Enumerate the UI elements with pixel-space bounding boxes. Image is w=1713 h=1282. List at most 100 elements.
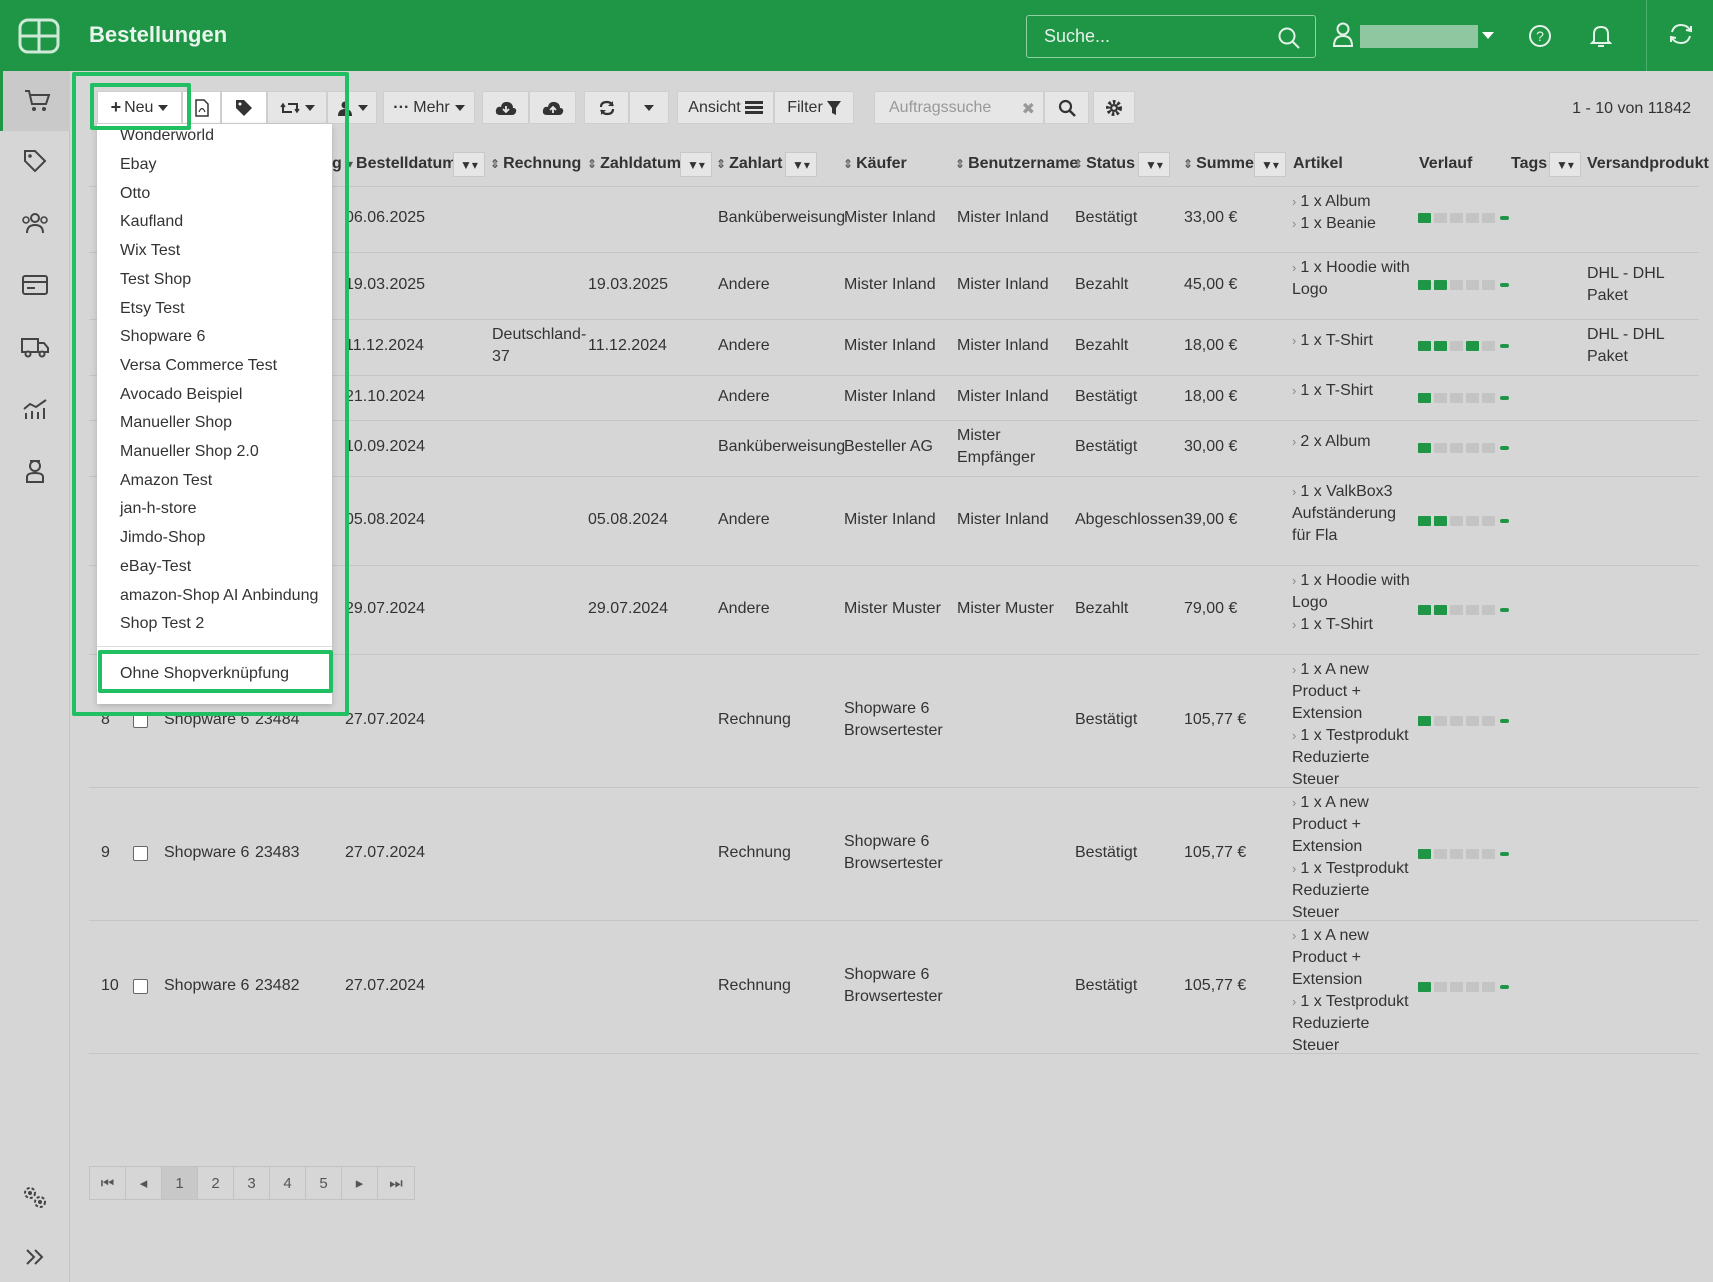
page-2-button[interactable]: 2 (198, 1167, 234, 1199)
cell-payment: Andere (718, 600, 770, 617)
page-1-button[interactable]: 1 (162, 1167, 198, 1199)
col-tags[interactable]: Tags (1511, 155, 1547, 173)
document-icon (1466, 443, 1479, 453)
filter-zahldatum-button[interactable]: ▼▾ (680, 152, 712, 177)
history-icons[interactable] (1418, 982, 1509, 992)
cell-article[interactable]: › 2 x Album (1292, 431, 1371, 453)
sidebar-expand[interactable] (0, 1227, 70, 1282)
sidebar-item-customers[interactable] (0, 193, 70, 253)
col-kaeufer[interactable]: ⇕ Käufer (843, 155, 907, 173)
user-menu-caret-icon[interactable] (1482, 32, 1494, 39)
col-bestelldatum[interactable]: ▾ Bestelldatum (347, 155, 457, 173)
row-checkbox[interactable] (133, 846, 148, 861)
history-icons[interactable] (1418, 341, 1509, 351)
last-page-button[interactable]: ⏭ (378, 1167, 414, 1199)
refresh-button[interactable] (584, 91, 629, 124)
cell-paydate: 29.07.2024 (588, 600, 669, 617)
help-icon[interactable]: ? (1528, 24, 1552, 48)
order-search[interactable]: ✖ (874, 91, 1044, 124)
col-summe[interactable]: ⇕ Summe (1183, 155, 1254, 173)
cell-article[interactable]: › 1 x Album (1292, 191, 1371, 213)
cell-invoice[interactable]: Deutschland-37 (492, 324, 586, 368)
col-rechnung[interactable]: ⇕ Rechnung (490, 155, 581, 173)
col-verlauf[interactable]: Verlauf (1419, 155, 1472, 173)
history-icons[interactable] (1418, 393, 1509, 403)
money-icon (1434, 605, 1447, 615)
first-page-button[interactable]: ⏮ (90, 1167, 126, 1199)
clear-icon[interactable]: ✖ (1022, 99, 1035, 119)
col-benutzername[interactable]: ⇕ Benutzername (955, 155, 1078, 173)
history-icons[interactable] (1418, 605, 1509, 615)
cell-article[interactable]: › 1 x Testprodukt Reduzierte Steuer (1292, 858, 1416, 924)
article-text: 1 x Beanie (1300, 215, 1376, 232)
filter-zahlart-button[interactable]: ▼▾ (785, 152, 817, 177)
truck-icon (1450, 443, 1463, 453)
cell-article[interactable]: › 1 x T-Shirt (1292, 614, 1373, 636)
bell-icon[interactable] (1590, 24, 1612, 48)
filter-bestelldatum-button[interactable]: ▼▾ (453, 152, 485, 177)
global-search[interactable] (1026, 15, 1316, 58)
order-search-input[interactable] (875, 92, 1043, 123)
cell-article[interactable]: › 1 x T-Shirt (1292, 380, 1373, 402)
cell-article[interactable]: › 1 x Testprodukt Reduzierte Steuer (1292, 725, 1416, 791)
filter-summe-button[interactable]: ▼▾ (1254, 152, 1286, 177)
history-icons[interactable] (1418, 280, 1509, 290)
user-icon[interactable] (1332, 22, 1354, 48)
col-status[interactable]: ⇕ Status (1073, 155, 1135, 173)
col-label: Summe (1196, 155, 1254, 172)
sidebar-item-shipping[interactable] (0, 317, 70, 377)
truck-icon (1450, 393, 1463, 403)
user-name-redacted[interactable] (1360, 25, 1478, 48)
cell-article[interactable]: › 1 x Hoodie with Logo (1292, 257, 1412, 301)
cell-order[interactable]: 23482 (255, 975, 300, 997)
cell-date: 21.10.2024 (345, 388, 426, 405)
upload-button[interactable] (529, 91, 576, 124)
cell-article[interactable]: › 1 x Hoodie with Logo (1292, 570, 1412, 614)
cell-article[interactable]: › 1 x T-Shirt (1292, 330, 1373, 352)
history-icons[interactable] (1418, 849, 1509, 859)
sidebar-item-settings[interactable] (0, 1167, 70, 1227)
prev-page-button[interactable]: ◂ (126, 1167, 162, 1199)
sidebar-item-orders[interactable] (0, 71, 70, 131)
history-icons[interactable] (1418, 443, 1509, 453)
view-button[interactable]: Ansicht (677, 91, 774, 124)
sidebar-item-products[interactable] (0, 131, 70, 191)
page-3-button[interactable]: 3 (234, 1167, 270, 1199)
col-artikel[interactable]: Artikel (1293, 155, 1343, 173)
cell-article[interactable]: › 1 x A new Product + Extension (1292, 659, 1416, 725)
history-icons[interactable] (1418, 516, 1509, 526)
cell-article[interactable]: › 1 x A new Product + Extension (1292, 925, 1416, 991)
download-button[interactable] (482, 91, 529, 124)
cell-article[interactable]: › 1 x Beanie (1292, 213, 1376, 235)
page-4-button[interactable]: 4 (270, 1167, 306, 1199)
search-icon[interactable] (1277, 26, 1301, 50)
cell-article[interactable]: › 1 x A new Product + Extension (1292, 792, 1416, 858)
cell-order[interactable]: 23483 (255, 842, 300, 864)
cell-article[interactable]: › 1 x ValkBox3 Aufständerung für Fla (1292, 481, 1410, 547)
col-versandprodukt[interactable]: Versandprodukt (1587, 155, 1709, 173)
pagination: ⏮ ◂ 1 2 3 4 5 ▸ ⏭ (89, 1166, 415, 1200)
sync-icon[interactable] (1668, 22, 1694, 46)
settings-button[interactable] (1093, 91, 1135, 124)
logo-icon[interactable] (18, 18, 60, 54)
cell-article[interactable]: › 1 x Testprodukt Reduzierte Steuer (1292, 991, 1416, 1057)
document-icon (1466, 280, 1479, 290)
refresh-options-button[interactable] (629, 91, 669, 124)
global-search-input[interactable] (1027, 16, 1315, 57)
filter-status-button[interactable]: ▼▾ (1138, 152, 1170, 177)
page-5-button[interactable]: 5 (306, 1167, 342, 1199)
col-zahlart[interactable]: ⇕ Zahlart (716, 155, 782, 173)
filter-tags-button[interactable]: ▼▾ (1549, 152, 1581, 177)
sidebar-item-statistics[interactable] (0, 379, 70, 439)
sidebar-item-support[interactable] (0, 441, 70, 501)
filter-button[interactable]: Filter (774, 91, 854, 124)
sidebar-item-payments[interactable] (0, 255, 70, 315)
dropdown-highlight-frame (72, 72, 349, 716)
order-search-button[interactable] (1044, 91, 1089, 124)
col-zahldatum[interactable]: ⇕ Zahldatum (587, 155, 681, 173)
history-icons[interactable] (1418, 716, 1509, 726)
row-checkbox[interactable] (133, 979, 148, 994)
next-page-button[interactable]: ▸ (342, 1167, 378, 1199)
more-button[interactable]: ··· Mehr (383, 91, 475, 124)
history-icons[interactable] (1418, 213, 1509, 223)
